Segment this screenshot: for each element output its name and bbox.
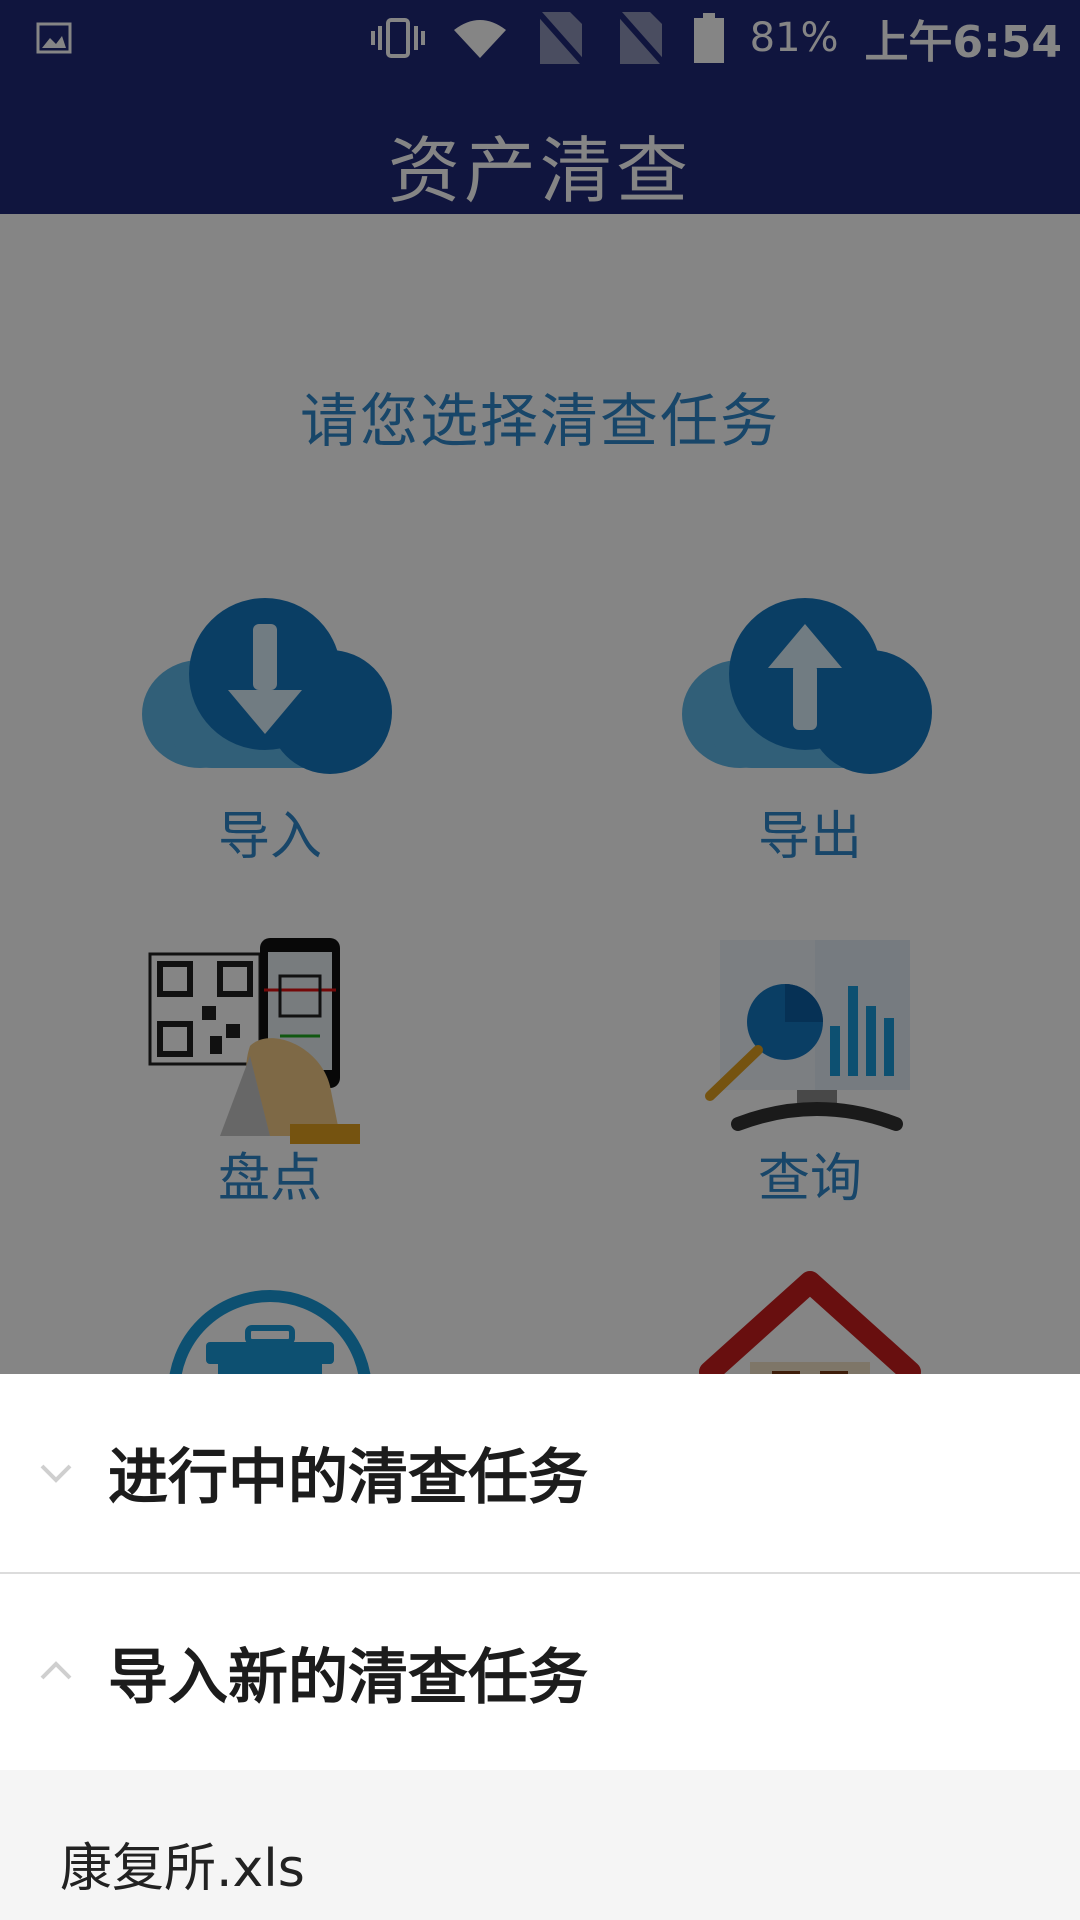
screen: 81% 上午6:54 资产清查 请您选择清查任务 导入 导出 盘点 查询 进行中…	[0, 0, 1080, 1920]
file-item[interactable]: 康复所.xls	[60, 1826, 305, 1901]
sheet-item-label: 进行中的清查任务	[108, 1442, 588, 1513]
file-list: 康复所.xls	[0, 1770, 1080, 1920]
task-selection-sheet: 进行中的清查任务 导入新的清查任务 康复所.xls	[0, 1374, 1080, 1920]
sheet-item-in-progress[interactable]: 进行中的清查任务	[0, 1374, 1080, 1570]
sheet-item-label: 导入新的清查任务	[108, 1642, 588, 1713]
sheet-item-import-new[interactable]: 导入新的清查任务	[0, 1574, 1080, 1770]
chevron-down-icon	[40, 1464, 72, 1483]
chevron-up-icon	[40, 1661, 72, 1680]
